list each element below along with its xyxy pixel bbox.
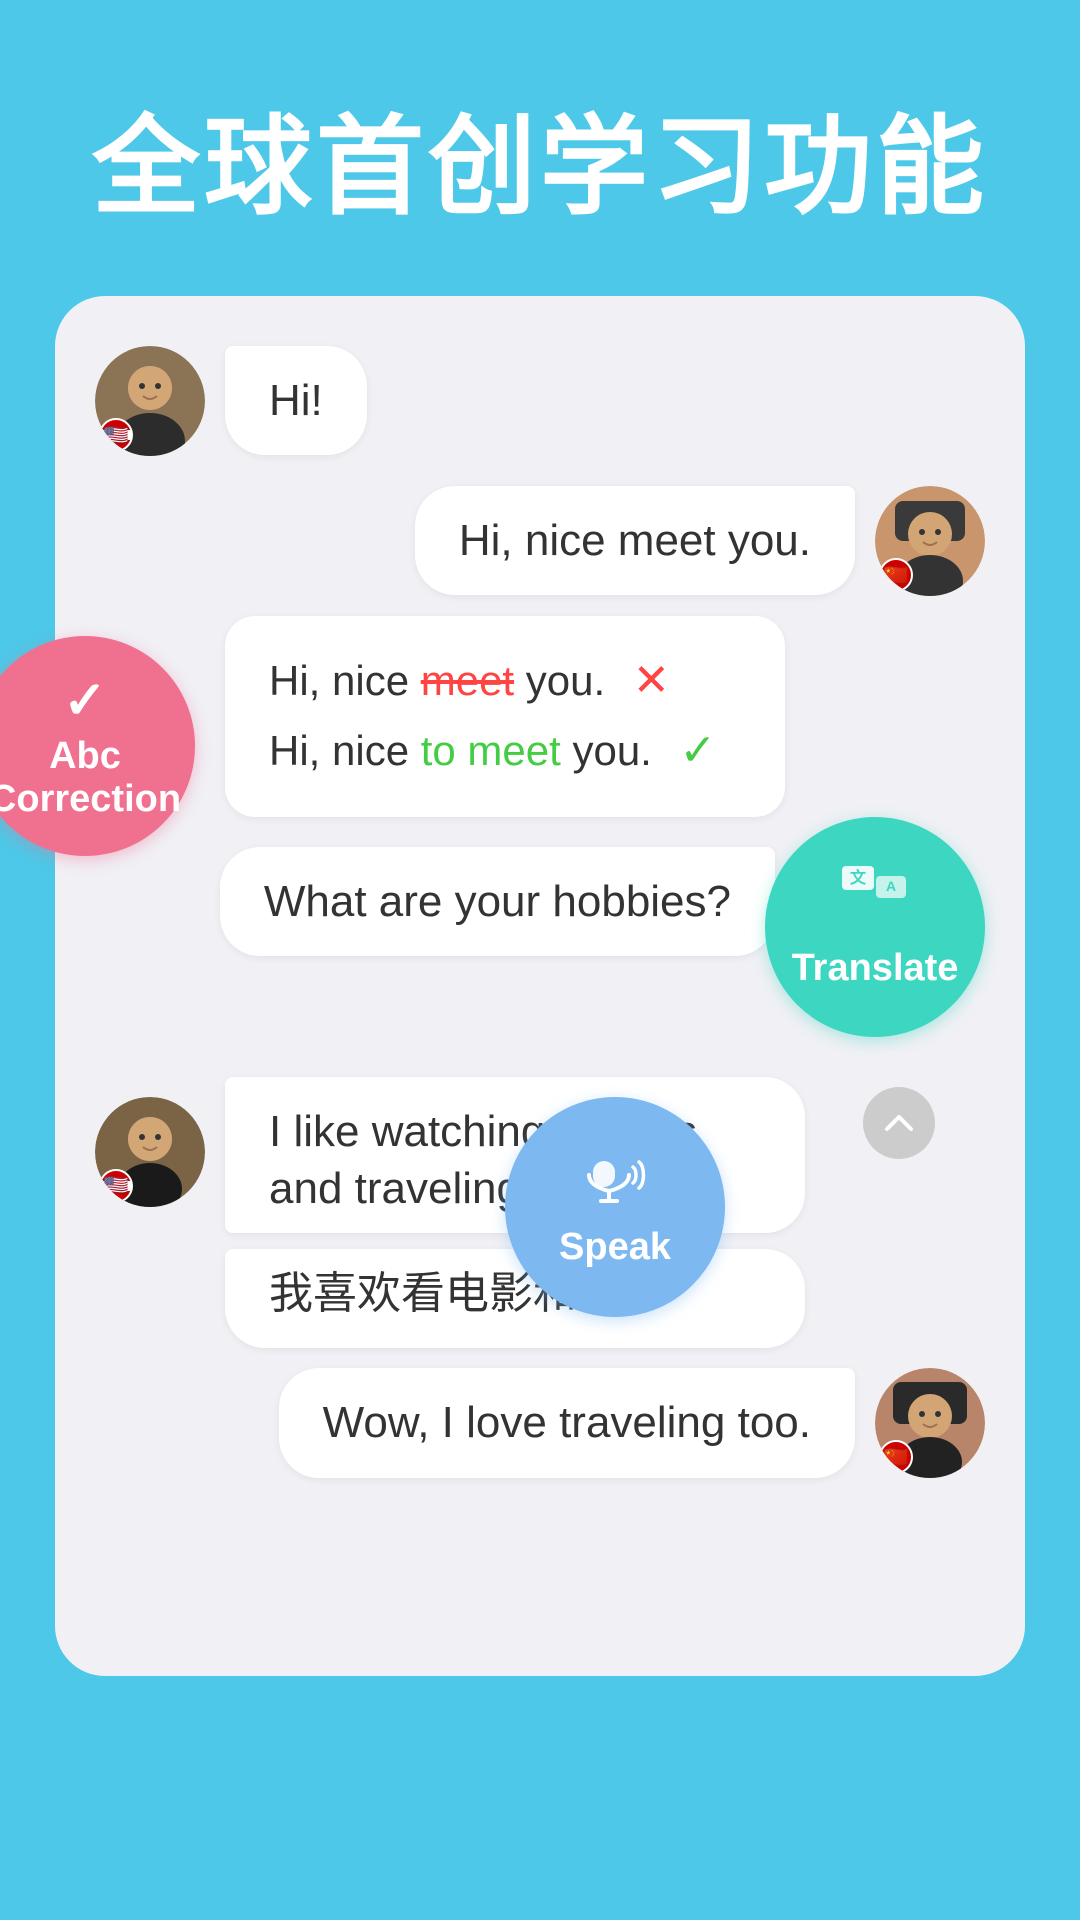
abc-correction-feature[interactable]: ✓ Abc Abc Correction Correction [0, 636, 195, 856]
message-row-wow: Wow, I love traveling too. [95, 1368, 985, 1478]
abc-correction-check-icon: ✓ [63, 671, 107, 731]
bubble-wow-text: Wow, I love traveling too. [323, 1398, 811, 1447]
header-section: 全球首创学习功能 [0, 0, 1080, 296]
bubble-chinese: 我喜欢看电影和 [225, 1249, 805, 1348]
correction-wrong-line: Hi, nice meet you. ✕ [269, 646, 741, 716]
translate-svg: 文 A [840, 864, 910, 924]
header-title: 全球首创学习功能 [0, 80, 1080, 236]
bubble-nice-meet: Hi, nice meet you. [415, 486, 855, 595]
avatar-male-1 [95, 346, 205, 456]
flag-us-2 [99, 1169, 133, 1203]
bubble-wow: Wow, I love traveling too. [279, 1368, 855, 1477]
message-row-hobbies: What are your hobbies? 文 A Translate [95, 847, 985, 1037]
bubble-hi-text: Hi! [269, 376, 323, 425]
correction-right-words: to meet [421, 727, 561, 774]
svg-text:文: 文 [850, 868, 867, 887]
translate-label: Translate [792, 947, 959, 990]
svg-text:A: A [886, 878, 896, 894]
translate-icon: 文 A [840, 864, 910, 939]
correction-right-line: Hi, nice to meet you. ✓ [269, 716, 741, 786]
translate-feature[interactable]: 文 A Translate [765, 817, 985, 1037]
bubble-movies-text-2: and traveling. [269, 1164, 533, 1213]
message-row-hi: Hi! [95, 346, 985, 456]
page-background: 全球首创学习功能 ✓ Abc Abc Correction Correction [0, 0, 1080, 1676]
check-icon: ✓ [680, 726, 717, 775]
bubble-hobbies-text: What are your hobbies? [264, 877, 731, 926]
speak-icon [583, 1144, 647, 1218]
chat-card: ✓ Abc Abc Correction Correction H [55, 296, 1025, 1676]
flag-us-1 [99, 418, 133, 452]
avatar-female-1 [875, 486, 985, 596]
abc-correction-text: Correction [0, 778, 181, 821]
speak-svg [583, 1147, 647, 1203]
avatar-male-2 [95, 1097, 205, 1207]
flag-cn-1 [879, 558, 913, 592]
scroll-up-button[interactable] [863, 1087, 935, 1159]
message-row-movies: I like watching movies and traveling. 我喜… [95, 1077, 985, 1349]
bubble-nice-meet-text: Hi, nice meet you. [459, 516, 811, 565]
scroll-up-icon [881, 1105, 917, 1141]
bubble-hobbies: What are your hobbies? [220, 847, 775, 956]
speak-feature[interactable]: Speak [505, 1097, 725, 1317]
speak-label: Speak [559, 1226, 671, 1269]
bubble-hi: Hi! [225, 346, 367, 455]
cross-icon: ✕ [633, 656, 670, 705]
correction-wrong-word: meet [421, 657, 514, 704]
abc-correction-label: Abc [49, 735, 121, 778]
avatar-female-2 [875, 1368, 985, 1478]
correction-box: Hi, nice meet you. ✕ Hi, nice to meet yo… [225, 616, 785, 817]
message-row-nice-meet: Hi, nice meet you. [225, 486, 985, 596]
